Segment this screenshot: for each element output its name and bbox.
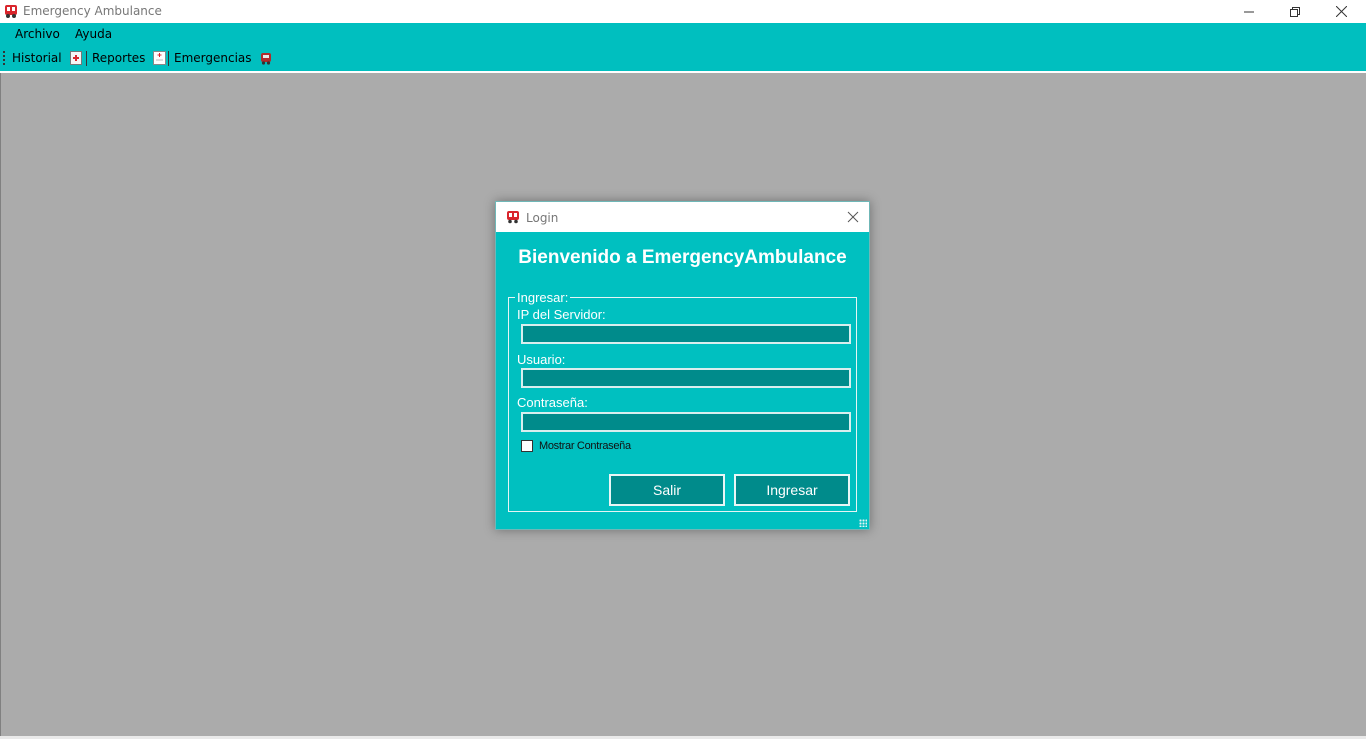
restore-icon [1290,6,1300,17]
close-icon [1335,6,1347,17]
ambulance-icon [3,3,19,19]
minimize-icon [1244,11,1254,12]
minimize-button[interactable] [1226,0,1272,23]
login-dialog-title: Login [526,211,559,225]
user-input[interactable] [521,368,851,388]
user-label: Usuario: [517,352,566,367]
show-password-checkbox-row[interactable]: Mostrar Contraseña [521,440,631,452]
medical-folder-icon [69,51,82,65]
toolbar-separator [86,51,87,66]
toolbar: Historial Reportes Emergencias [0,46,1366,73]
menu-ayuda[interactable]: Ayuda [75,27,112,41]
close-button[interactable] [1318,0,1364,23]
menu-bar: Archivo Ayuda [0,23,1366,46]
ambulance-icon [260,51,272,65]
password-label: Contraseña: [517,395,588,410]
login-dialog: Login Bienvenido a EmergencyAmbulance In… [495,201,870,530]
welcome-heading: Bienvenido a EmergencyAmbulance [518,247,847,268]
toolbar-grip[interactable] [3,51,5,66]
server-ip-label: IP del Servidor: [517,307,606,322]
toolbar-separator [168,51,169,66]
toolbar-emergencias-label: Emergencias [174,51,252,65]
login-groupbox: Ingresar: IP del Servidor: Usuario: Cont… [508,291,857,512]
group-label: Ingresar: [515,290,571,305]
exit-button[interactable]: Salir [609,474,725,506]
restore-button[interactable] [1272,0,1318,23]
window-title: Emergency Ambulance [23,4,162,18]
close-icon [847,211,859,223]
show-password-checkbox[interactable] [521,440,533,452]
ambulance-icon [506,210,520,224]
login-button[interactable]: Ingresar [734,474,850,506]
server-ip-input[interactable] [521,324,851,344]
dialog-close-button[interactable] [847,211,859,223]
toolbar-historial-label: Historial [12,51,62,65]
login-dialog-titlebar: Login [496,202,869,232]
toolbar-reportes-button[interactable]: Reportes [92,51,167,65]
resize-grip-icon[interactable] [859,519,867,527]
show-password-label: Mostrar Contraseña [539,440,631,452]
toolbar-emergencias-button[interactable]: Emergencias [174,51,272,65]
password-input[interactable] [521,412,851,432]
toolbar-reportes-label: Reportes [92,51,146,65]
menu-archivo[interactable]: Archivo [15,27,60,41]
toolbar-historial-button[interactable]: Historial [12,51,82,65]
window-titlebar: Emergency Ambulance [0,0,1366,23]
report-document-icon [153,51,167,65]
